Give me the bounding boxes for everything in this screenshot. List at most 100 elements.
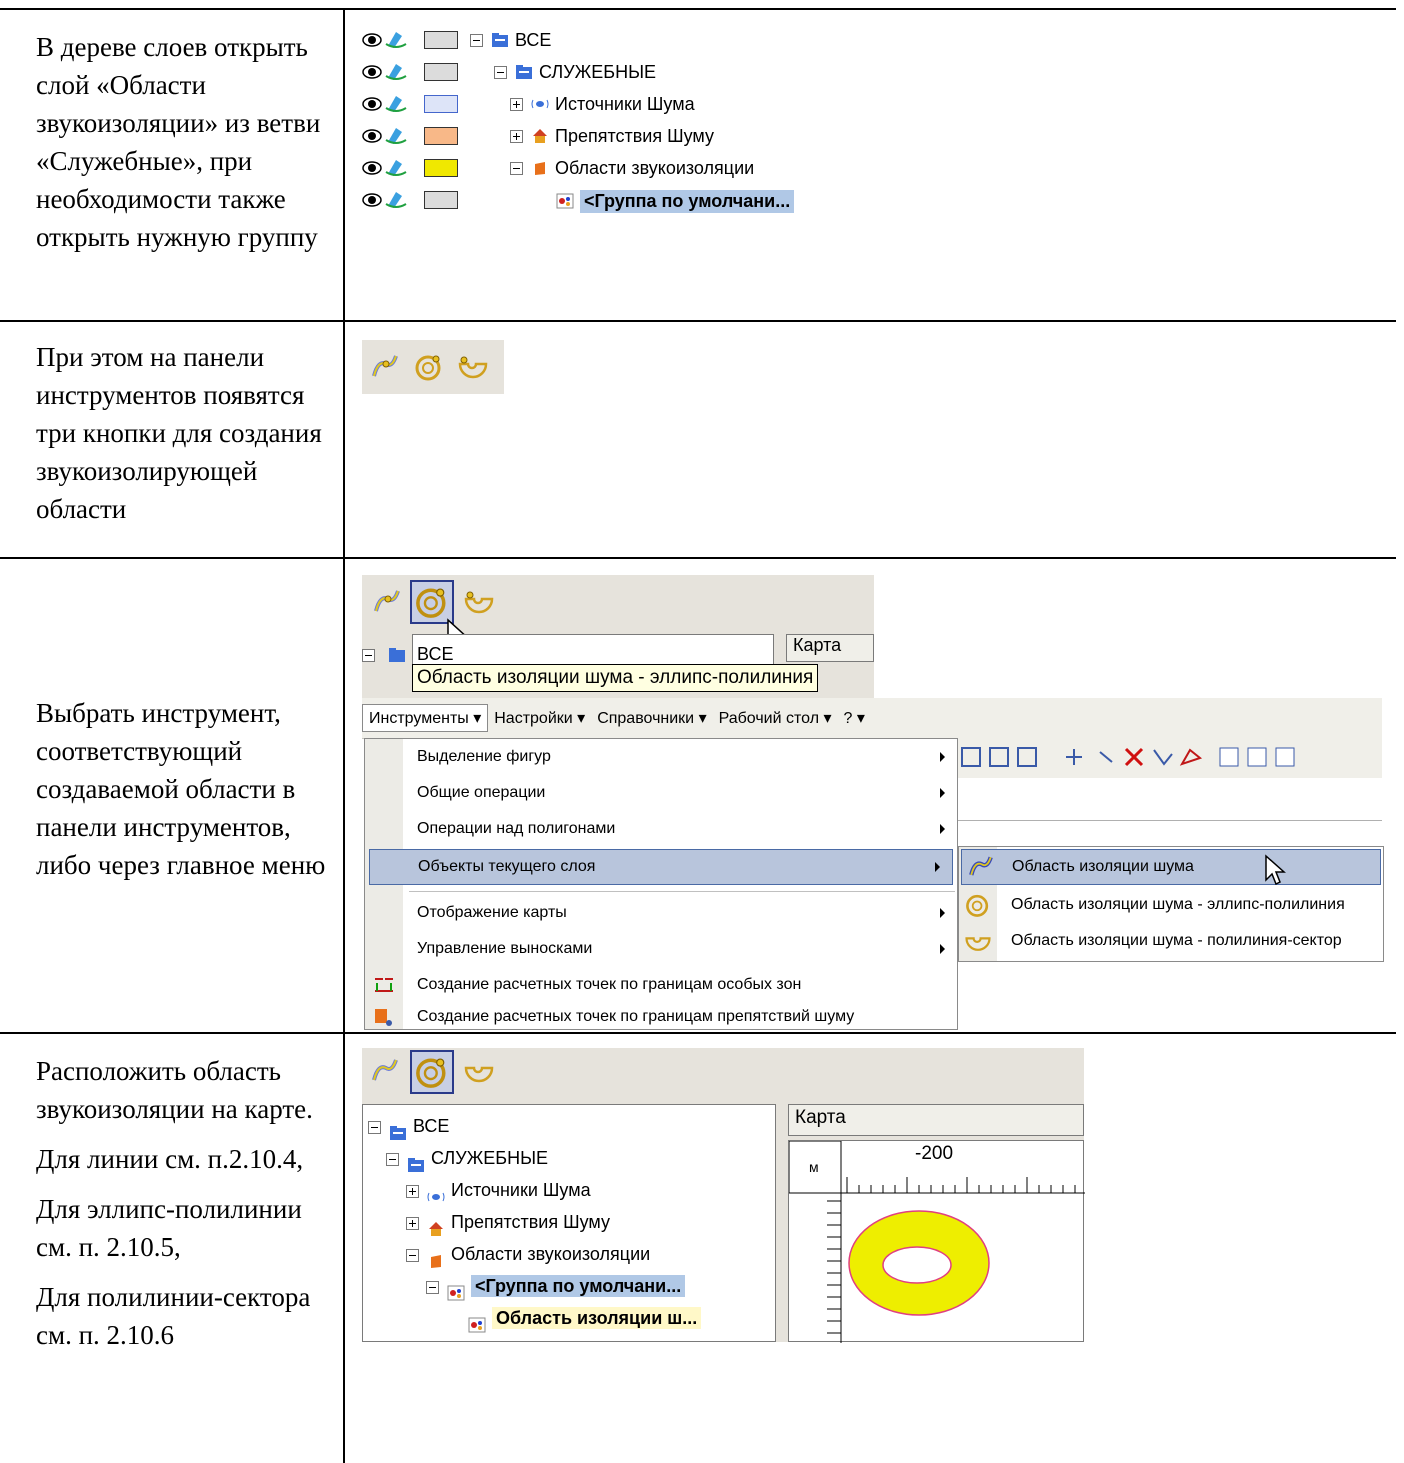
isolation-area-sector-icon[interactable] [462,1054,496,1088]
submenu-arrow-icon [940,908,945,918]
tree-node-all[interactable]: ВСЕ [470,25,551,55]
menu-separator [409,891,955,892]
expand-icon[interactable] [510,97,523,111]
edit-layer-icon[interactable] [385,160,407,176]
menu-help[interactable]: ? ▾ [838,705,871,731]
collapse-icon[interactable] [406,1248,419,1262]
visibility-eye-icon[interactable] [362,97,382,111]
layer-color-swatch[interactable] [424,127,458,145]
tree-node-noise-sources[interactable]: Источники Шума [368,1174,701,1206]
layer-color-swatch[interactable] [424,31,458,49]
submenu-item-isolation-sector[interactable]: Область изоляции шума - полилиния-сектор [959,923,1383,959]
menu-item-current-layer-objects[interactable]: Объекты текущего слоя [369,849,953,885]
edit-layer-icon[interactable] [385,32,407,48]
layer-color-swatch[interactable] [424,95,458,113]
noise-source-icon [531,96,549,112]
visibility-eye-icon[interactable] [362,161,382,175]
table-row-divider [0,320,1396,322]
house-icon [427,1215,445,1237]
map-panel-header[interactable]: Карта [788,1104,1084,1136]
table-border-top [0,8,1396,10]
isolation-area-sector-icon[interactable] [462,585,496,619]
isolation-area-sector-icon [965,937,991,951]
edit-layer-icon[interactable] [385,192,407,208]
tool-buttons-panel [362,340,504,394]
menu-item[interactable]: Управление выносками [365,931,957,967]
edit-layer-icon[interactable] [385,96,407,112]
isolation-area-line-icon[interactable] [368,1054,402,1088]
current-layer-submenu: Область изоляции шума Область изоляции ш… [958,846,1384,962]
instruction-text: Для линии см. п.2.10.4, [36,1144,304,1174]
isolation-area-line-icon[interactable] [370,585,404,619]
isolation-area-ellipse-icon [966,894,989,917]
group-icon [556,193,574,209]
tree-node-label: Источники Шума [451,1180,591,1200]
expand-icon[interactable] [510,129,523,143]
folder-icon [388,647,406,663]
folder-icon [515,64,533,80]
tree-node-default-group[interactable]: <Группа по умолчани... [368,1270,701,1302]
menu-tools[interactable]: Инструменты ▾ [362,704,489,732]
submenu-arrow-icon [940,788,945,798]
expand-icon[interactable] [406,1216,419,1230]
tools-dropdown-menu: Выделение фигур Общие операции Операции … [364,738,958,1030]
visibility-eye-icon[interactable] [362,33,382,47]
visibility-eye-icon[interactable] [362,65,382,79]
tree-node-isolation-areas[interactable]: Области звукоизоляции [368,1238,701,1270]
menu-item[interactable]: Создание расчетных точек по границам осо… [365,967,957,1003]
calc-points-zones-icon [375,978,393,992]
tree-node-service[interactable]: СЛУЖЕБНЫЕ [368,1142,701,1174]
tree-node-service[interactable]: СЛУЖЕБНЫЕ [494,57,656,87]
menu-item[interactable]: Создание расчетных точек по границам пре… [365,1003,957,1031]
isolation-area-line-icon[interactable] [368,350,402,384]
menu-item[interactable]: Отображение карты [365,895,957,931]
noise-source-icon [427,1183,445,1202]
submenu-item-isolation-line[interactable]: Область изоляции шума [961,849,1381,885]
isolation-area-sector-icon[interactable] [456,350,490,384]
tree-node-isolation-areas[interactable]: Области звукоизоляции [510,153,754,183]
tree-node-label: Области звукоизоляции [555,157,755,178]
expand-icon[interactable] [406,1184,419,1198]
map-canvas[interactable]: м -200 [788,1140,1085,1343]
collapse-icon[interactable] [368,1120,381,1134]
visibility-eye-icon[interactable] [362,193,382,207]
tree-node-default-group[interactable]: <Группа по умолчани... [556,186,795,216]
edit-layer-icon[interactable] [385,128,407,144]
tree-node-isolation-object[interactable]: Область изоляции ш... [368,1302,702,1334]
visibility-eye-icon[interactable] [362,129,382,143]
tree-node-all[interactable]: ВСЕ [368,1110,701,1142]
submenu-item-isolation-ellipse[interactable]: Область изоляции шума - эллипс-полилиния [959,887,1383,923]
isolation-area-ellipse-icon [416,1058,446,1088]
layer-color-swatch[interactable] [424,63,458,81]
collapse-icon[interactable] [470,33,483,47]
layer-controls [362,32,407,208]
menu-item[interactable]: Операции над полигонами [365,811,957,847]
collapse-icon[interactable] [426,1280,439,1294]
collapse-icon[interactable] [386,1152,399,1166]
ellipse-tool-button-pressed[interactable] [410,1050,454,1094]
isolation-area-ellipse-icon [416,588,446,618]
collapse-icon[interactable] [362,648,375,662]
collapse-icon[interactable] [510,161,523,175]
menu-item[interactable]: Общие операции [365,775,957,811]
layer-color-swatch[interactable] [424,191,458,209]
isolation-area-ellipse-icon[interactable] [412,350,446,384]
menu-desktop[interactable]: Рабочий стол ▾ [713,705,838,731]
folder-icon [491,32,509,48]
isolation-layer-icon [427,1247,445,1269]
map-panel-tab[interactable]: Карта [786,634,874,662]
menu-references[interactable]: Справочники ▾ [591,705,712,731]
edit-layer-icon[interactable] [385,64,407,80]
menu-settings[interactable]: Настройки ▾ [488,705,591,731]
instruction-text: В дереве слоев открыть слой «Области зву… [36,32,321,252]
tree-node-noise-barriers[interactable]: Препятствия Шуму [368,1206,701,1238]
collapse-icon[interactable] [494,65,507,79]
layer-color-swatch[interactable] [424,159,458,177]
tree-node-all[interactable]: ВСЕ [362,644,453,665]
toolbar-icons [961,747,1295,767]
tree-node-noise-barriers[interactable]: Препятствия Шуму [510,121,714,151]
tool-tooltip: Область изоляции шума - эллипс-полилиния [412,664,819,692]
menu-item[interactable]: Выделение фигур [365,739,957,775]
calc-points-barriers-icon [375,1009,392,1026]
tree-node-noise-sources[interactable]: Источники Шума [510,89,695,119]
